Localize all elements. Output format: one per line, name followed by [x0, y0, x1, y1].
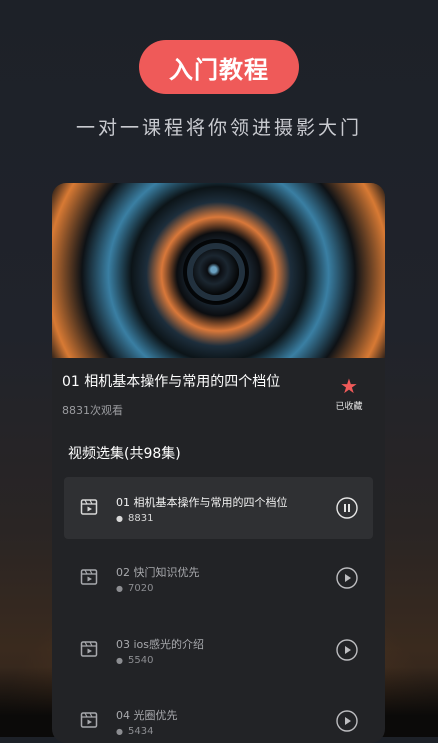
episode-viewer-count: 5434	[127, 726, 154, 737]
tutorial-badge-label: 入门教程	[169, 55, 269, 84]
episode-title: 01 相机基本操作与常用的四个档位	[116, 496, 288, 509]
playlist-title: 视频选集(共98集)	[68, 446, 181, 462]
camera-lens-image	[193, 249, 239, 295]
episode-viewers: ● 5434	[116, 726, 153, 737]
tutorial-badge: 入门教程	[139, 40, 299, 94]
course-card: 01 相机基本操作与常用的四个档位 8831次观看 ★ 已收藏 视频选集(共98…	[52, 183, 385, 743]
video-file-icon	[80, 641, 98, 657]
favorite-button[interactable]: ★ 已收藏	[334, 376, 364, 412]
episode-item[interactable]: 04 光圈优先 ● 5434	[64, 690, 373, 743]
episode-title: 02 快门知识优先	[116, 566, 200, 579]
video-file-icon	[80, 499, 98, 515]
person-icon: ●	[116, 584, 123, 593]
view-count: 8831次观看	[62, 404, 123, 417]
episode-viewer-count: 7020	[127, 583, 154, 594]
play-icon[interactable]	[336, 710, 358, 732]
star-icon: ★	[340, 374, 358, 398]
person-icon: ●	[116, 514, 123, 523]
pause-icon[interactable]	[336, 497, 358, 519]
page-subtitle: 一对一课程将你领进摄影大门	[75, 117, 362, 139]
episode-viewer-count: 8831	[127, 513, 154, 524]
person-icon: ●	[116, 727, 123, 736]
episode-item[interactable]: 02 快门知识优先 ● 7020	[64, 547, 373, 609]
play-icon[interactable]	[336, 567, 358, 589]
person-icon: ●	[116, 656, 123, 665]
play-icon[interactable]	[336, 639, 358, 661]
video-file-icon	[80, 712, 98, 728]
episode-viewers: ● 7020	[116, 583, 153, 594]
video-file-icon	[80, 569, 98, 585]
episode-item[interactable]: 03 ios感光的介绍 ● 5540	[64, 619, 373, 681]
episode-title: 03 ios感光的介绍	[116, 638, 205, 651]
episode-viewer-count: 5540	[127, 655, 154, 666]
episode-viewers: ● 5540	[116, 655, 153, 666]
video-title: 01 相机基本操作与常用的四个档位	[62, 374, 281, 390]
favorite-label: 已收藏	[335, 402, 363, 412]
episode-title: 04 光圈优先	[116, 709, 178, 722]
video-thumbnail[interactable]	[52, 183, 385, 358]
episode-item[interactable]: 01 相机基本操作与常用的四个档位 ● 8831	[64, 477, 373, 539]
episode-viewers: ● 8831	[116, 513, 153, 524]
